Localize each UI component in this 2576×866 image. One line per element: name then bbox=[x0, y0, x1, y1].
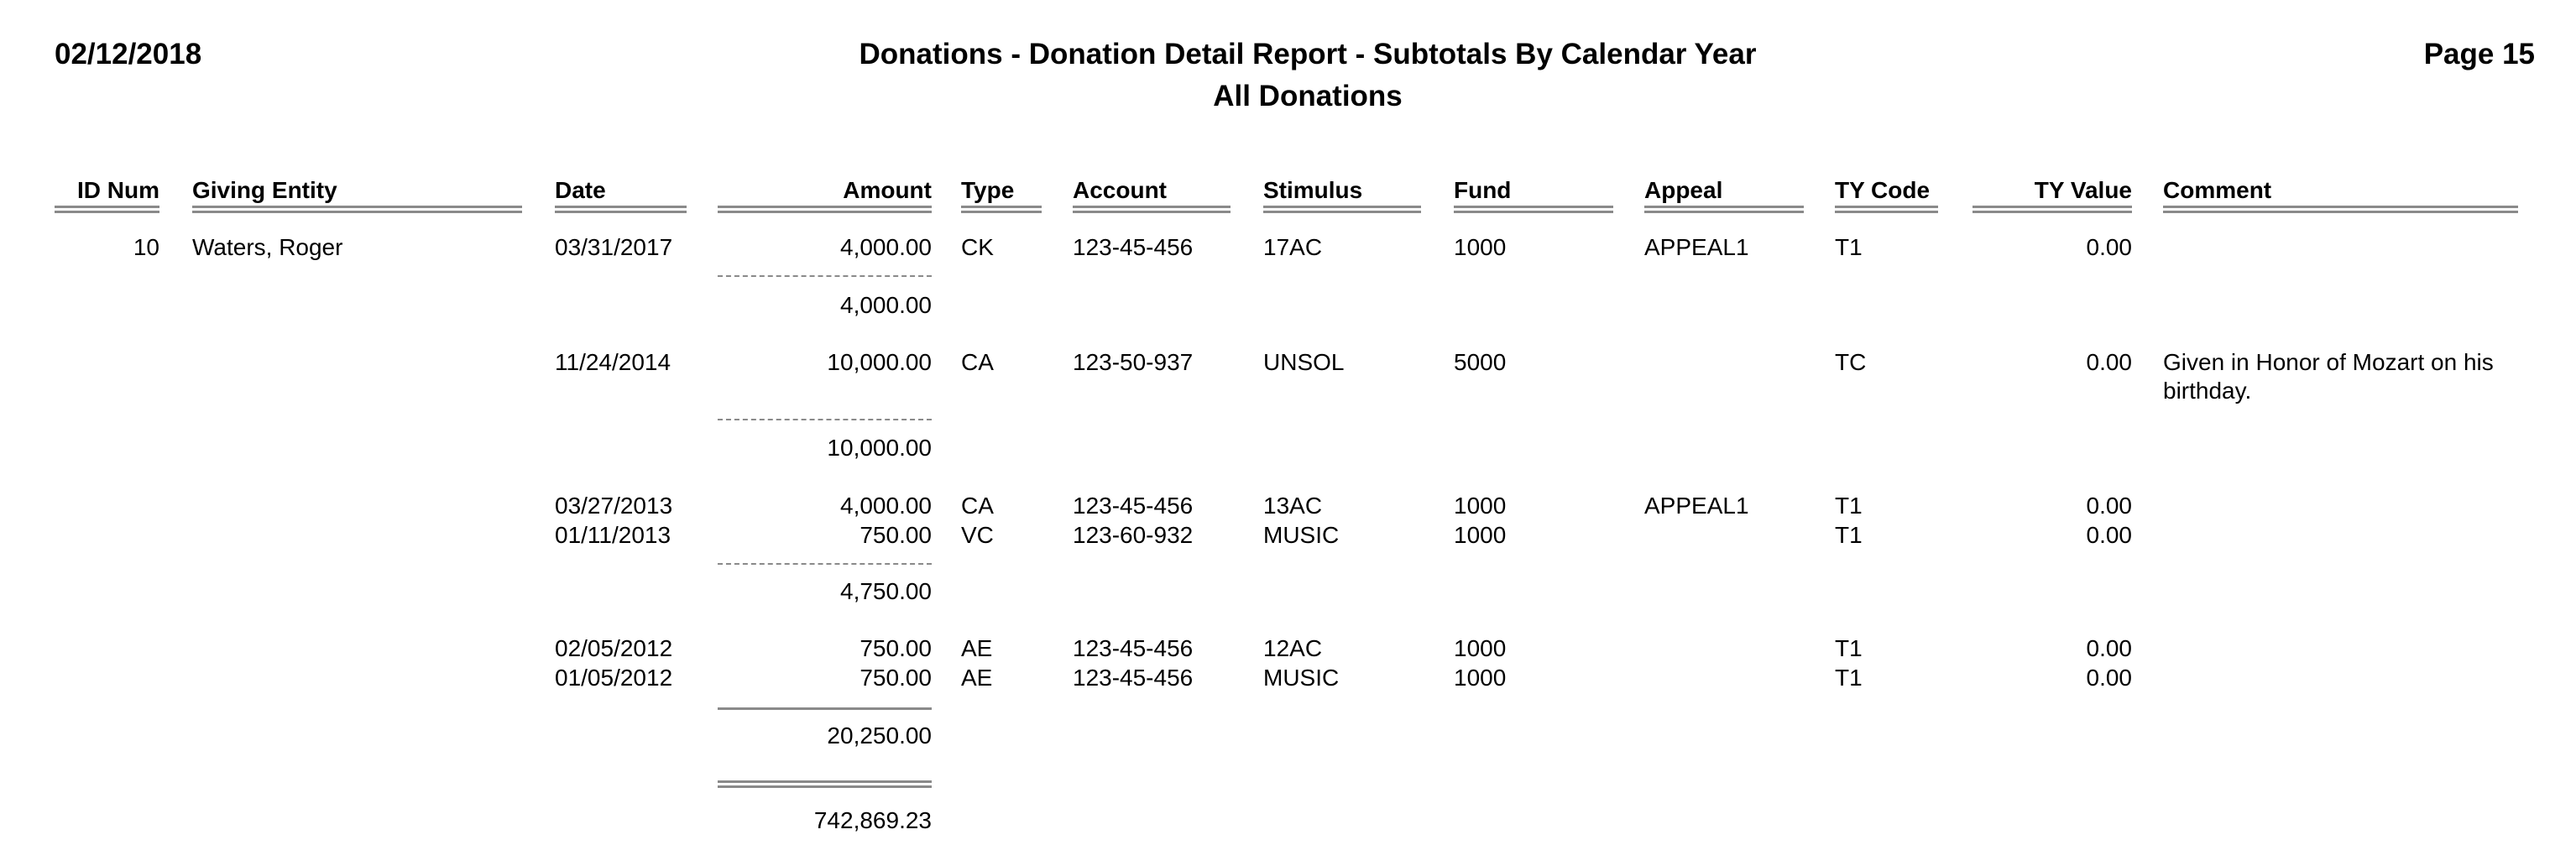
subtotal-divider bbox=[718, 275, 932, 277]
report-title: Donations - Donation Detail Report - Sub… bbox=[859, 38, 1757, 70]
grand-total-divider bbox=[718, 780, 932, 788]
cell-ty-value: 0.00 bbox=[2086, 635, 2133, 661]
col-underline bbox=[2163, 206, 2518, 213]
subtotal-2014: 10,000.00 bbox=[827, 435, 932, 461]
cell-appeal: APPEAL1 bbox=[1644, 234, 1749, 260]
donor-total-divider bbox=[718, 707, 932, 710]
cell-type: CA bbox=[961, 493, 994, 519]
col-header-account: Account bbox=[1073, 177, 1167, 203]
col-header-type: Type bbox=[961, 177, 1015, 203]
col-underline bbox=[1454, 206, 1613, 213]
cell-amount: 10,000.00 bbox=[827, 349, 932, 375]
col-header-comment: Comment bbox=[2163, 177, 2272, 203]
cell-ty-value: 0.00 bbox=[2086, 522, 2133, 548]
col-underline bbox=[718, 206, 932, 213]
col-underline bbox=[1972, 206, 2132, 213]
subtotal-divider bbox=[718, 563, 932, 565]
cell-stimulus: 12AC bbox=[1263, 635, 1323, 661]
col-underline bbox=[192, 206, 522, 213]
cell-type: AE bbox=[961, 665, 993, 691]
cell-stimulus: MUSIC bbox=[1263, 522, 1340, 548]
donor-id: 10 bbox=[133, 234, 159, 260]
cell-fund: 1000 bbox=[1454, 522, 1507, 548]
cell-account: 123-60-932 bbox=[1073, 522, 1194, 548]
col-header-ty-code: TY Code bbox=[1835, 177, 1931, 203]
cell-ty-code: T1 bbox=[1835, 234, 1863, 260]
cell-date: 11/24/2014 bbox=[555, 349, 671, 375]
cell-ty-value: 0.00 bbox=[2086, 234, 2133, 260]
cell-fund: 1000 bbox=[1454, 234, 1507, 260]
cell-type: AE bbox=[961, 635, 993, 661]
cell-fund: 1000 bbox=[1454, 635, 1507, 661]
cell-stimulus: 13AC bbox=[1263, 493, 1323, 519]
cell-ty-value: 0.00 bbox=[2086, 665, 2133, 691]
cell-appeal: APPEAL1 bbox=[1644, 493, 1749, 519]
col-header-stimulus: Stimulus bbox=[1263, 177, 1363, 203]
cell-stimulus: 17AC bbox=[1263, 234, 1323, 260]
col-underline bbox=[1644, 206, 1804, 213]
col-header-ty-value: TY Value bbox=[2034, 177, 2132, 203]
cell-account: 123-45-456 bbox=[1073, 493, 1194, 519]
col-header-id-num: ID Num bbox=[77, 177, 159, 203]
col-underline bbox=[55, 206, 159, 213]
col-underline bbox=[1073, 206, 1231, 213]
page-number: Page 15 bbox=[2423, 38, 2535, 70]
cell-ty-value: 0.00 bbox=[2086, 493, 2133, 519]
cell-type: CK bbox=[961, 234, 994, 260]
col-header-date: Date bbox=[555, 177, 606, 203]
col-underline bbox=[1835, 206, 1938, 213]
donor-total: 20,250.00 bbox=[827, 723, 932, 749]
col-header-fund: Fund bbox=[1454, 177, 1512, 203]
col-underline bbox=[1263, 206, 1421, 213]
cell-account: 123-45-456 bbox=[1073, 234, 1194, 260]
cell-ty-code: T1 bbox=[1835, 665, 1863, 691]
cell-ty-code: T1 bbox=[1835, 493, 1863, 519]
cell-amount: 750.00 bbox=[860, 522, 932, 548]
cell-fund: 1000 bbox=[1454, 493, 1507, 519]
cell-amount: 4,000.00 bbox=[840, 234, 932, 260]
cell-amount: 750.00 bbox=[860, 665, 932, 691]
cell-stimulus: UNSOL bbox=[1263, 349, 1345, 375]
cell-ty-code: TC bbox=[1835, 349, 1867, 375]
col-underline bbox=[961, 206, 1042, 213]
col-header-amount: Amount bbox=[843, 177, 932, 203]
cell-date: 03/27/2013 bbox=[555, 493, 673, 519]
subtotal-2013: 4,750.00 bbox=[840, 578, 932, 604]
donor-name[interactable]: Waters, Roger bbox=[192, 233, 342, 262]
cell-ty-value: 0.00 bbox=[2086, 349, 2133, 375]
report-subtitle: All Donations bbox=[1213, 80, 1403, 112]
cell-account: 123-45-456 bbox=[1073, 665, 1194, 691]
grand-total: 742,869.23 bbox=[813, 807, 932, 833]
cell-date: 01/05/2012 bbox=[555, 665, 673, 691]
cell-account: 123-45-456 bbox=[1073, 635, 1194, 661]
cell-amount: 750.00 bbox=[860, 635, 932, 661]
col-header-appeal: Appeal bbox=[1644, 177, 1723, 203]
cell-type: CA bbox=[961, 349, 994, 375]
cell-comment: Given in Honor of Mozart on his birthday… bbox=[2163, 349, 2494, 404]
cell-stimulus: MUSIC bbox=[1263, 665, 1340, 691]
cell-date: 02/05/2012 bbox=[555, 635, 673, 661]
cell-type: VC bbox=[961, 522, 994, 548]
col-underline bbox=[555, 206, 687, 213]
cell-date: 01/11/2013 bbox=[555, 522, 671, 548]
cell-account: 123-50-937 bbox=[1073, 349, 1194, 375]
cell-date: 03/31/2017 bbox=[555, 234, 673, 260]
cell-ty-code: T1 bbox=[1835, 635, 1863, 661]
cell-amount: 4,000.00 bbox=[840, 493, 932, 519]
col-header-giving-entity: Giving Entity bbox=[192, 177, 337, 203]
subtotal-divider bbox=[718, 419, 932, 420]
cell-fund: 1000 bbox=[1454, 665, 1507, 691]
cell-ty-code: T1 bbox=[1835, 522, 1863, 548]
cell-fund: 5000 bbox=[1454, 349, 1507, 375]
subtotal-2017: 4,000.00 bbox=[840, 292, 932, 318]
